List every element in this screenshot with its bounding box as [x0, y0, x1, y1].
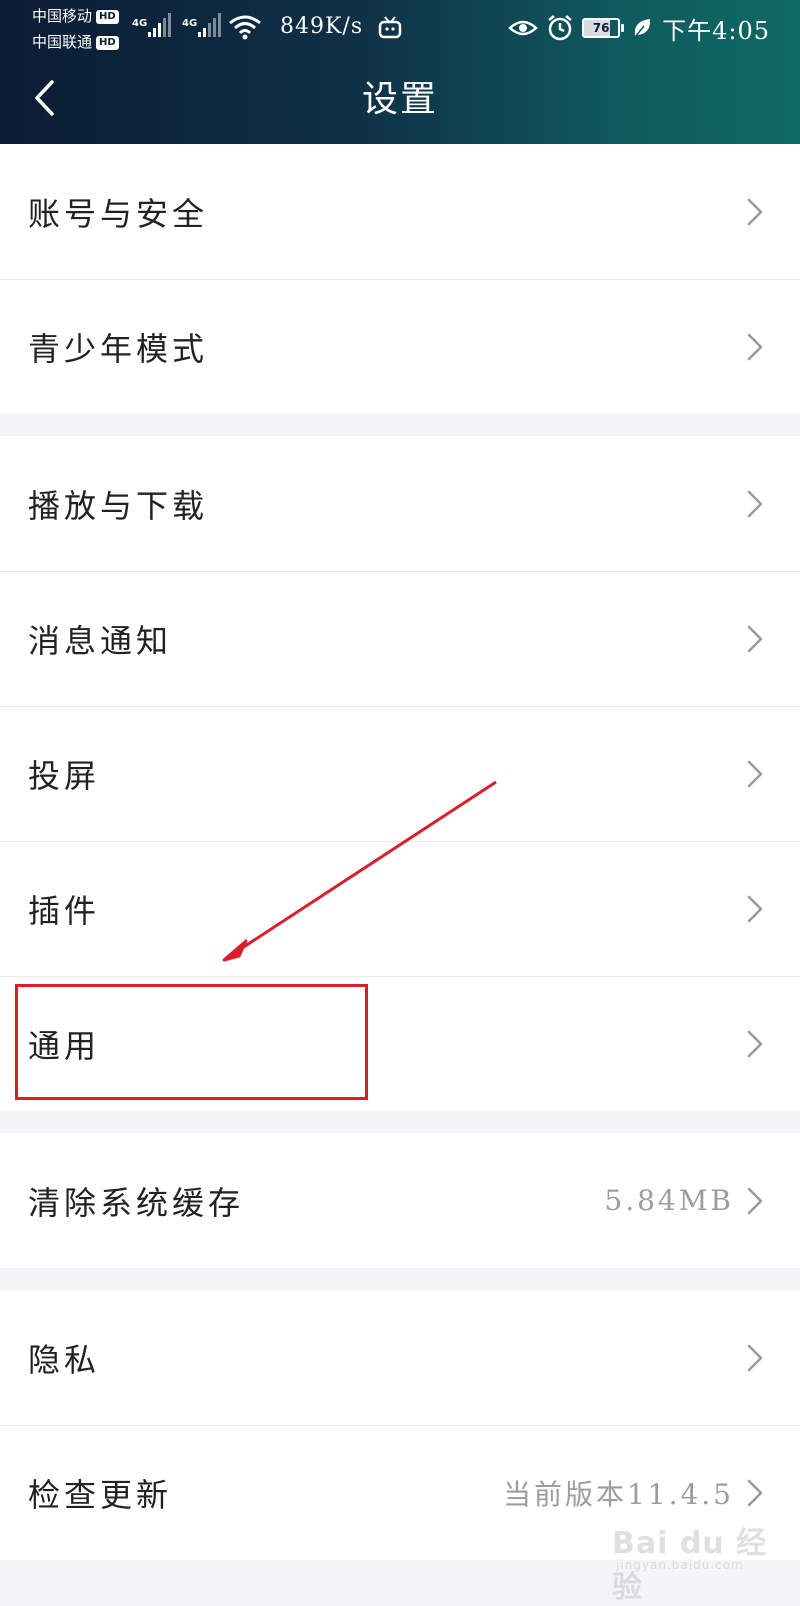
signal-icon: 4G: [132, 13, 171, 37]
hd-badge: HD: [96, 10, 119, 24]
chevron-right-icon: [746, 1029, 764, 1059]
eye-icon: [508, 20, 538, 36]
settings-item-label: 账号与安全: [28, 194, 209, 233]
settings-list: 账号与安全 青少年模式 播放与下载 消息通知 投屏 插件 通用 清除系统缓存 5…: [0, 144, 800, 1560]
settings-item-label: 通用: [28, 1026, 101, 1065]
group-divider: [0, 1268, 800, 1290]
settings-item-label: 消息通知: [28, 621, 173, 660]
settings-item-privacy[interactable]: 隐私: [0, 1290, 800, 1425]
settings-item-teen-mode[interactable]: 青少年模式: [0, 279, 800, 414]
settings-item-label: 青少年模式: [28, 329, 209, 368]
network-type-2: 4G: [182, 18, 197, 29]
settings-item-label: 隐私: [28, 1340, 101, 1379]
settings-item-notifications[interactable]: 消息通知: [0, 571, 800, 706]
settings-item-label: 清除系统缓存: [28, 1183, 245, 1222]
battery-level: 76: [592, 21, 610, 35]
settings-item-label: 插件: [28, 891, 101, 930]
status-time: 下午4:05: [662, 16, 770, 45]
settings-item-playback-download[interactable]: 播放与下载: [0, 436, 800, 571]
settings-item-plugins[interactable]: 插件: [0, 841, 800, 976]
settings-item-account-security[interactable]: 账号与安全: [0, 144, 800, 279]
cache-size-value: 5.84MB: [604, 1184, 734, 1217]
watermark-sub: jingyan.baidu.com: [616, 1558, 744, 1572]
chevron-right-icon: [746, 489, 764, 519]
settings-item-cast[interactable]: 投屏: [0, 706, 800, 841]
settings-group-cache: 清除系统缓存 5.84MB: [0, 1133, 800, 1268]
chevron-right-icon: [746, 197, 764, 227]
status-bar-right: 76 下午4:05: [508, 10, 770, 46]
status-bar-left: 中国移动 HD 中国联通 HD 4G 4G 849K/s: [32, 4, 432, 56]
group-divider: [0, 1111, 800, 1133]
settings-item-general[interactable]: 通用: [0, 976, 800, 1111]
settings-item-label: 播放与下载: [28, 486, 209, 525]
chevron-right-icon: [746, 332, 764, 362]
watermark-logo: Bai du 经验 jingyan.baidu.com: [612, 1500, 792, 1605]
settings-group-account: 账号与安全 青少年模式: [0, 144, 800, 414]
chevron-right-icon: [746, 894, 764, 924]
network-speed: 849K/s: [280, 14, 364, 39]
settings-group-playback: 播放与下载 消息通知 投屏 插件 通用: [0, 436, 800, 1111]
page-title: 设置: [361, 79, 438, 120]
hd-badge: HD: [96, 36, 119, 50]
wifi-icon: [229, 15, 261, 40]
alarm-icon: [548, 15, 572, 41]
tv-icon: [378, 16, 402, 39]
battery-icon: 76: [582, 18, 625, 38]
carrier-1-label: 中国移动: [32, 7, 93, 25]
leaf-icon: [634, 19, 651, 38]
settings-item-label: 投屏: [28, 756, 101, 795]
carrier-2: 中国联通 HD: [32, 32, 119, 52]
settings-item-label: 检查更新: [28, 1475, 173, 1514]
settings-item-clear-cache[interactable]: 清除系统缓存 5.84MB: [0, 1133, 800, 1268]
app-header: 中国移动 HD 中国联通 HD 4G 4G 849K/s 76 下午4:05 设…: [0, 0, 800, 144]
carrier-1: 中国移动 HD: [32, 6, 119, 26]
chevron-right-icon: [746, 1343, 764, 1373]
carrier-2-label: 中国联通: [32, 33, 93, 51]
chevron-right-icon: [746, 1186, 764, 1216]
signal-icon: 4G: [182, 13, 221, 37]
chevron-right-icon: [746, 759, 764, 789]
network-type-1: 4G: [132, 18, 147, 29]
chevron-right-icon: [746, 624, 764, 654]
group-divider: [0, 414, 800, 436]
